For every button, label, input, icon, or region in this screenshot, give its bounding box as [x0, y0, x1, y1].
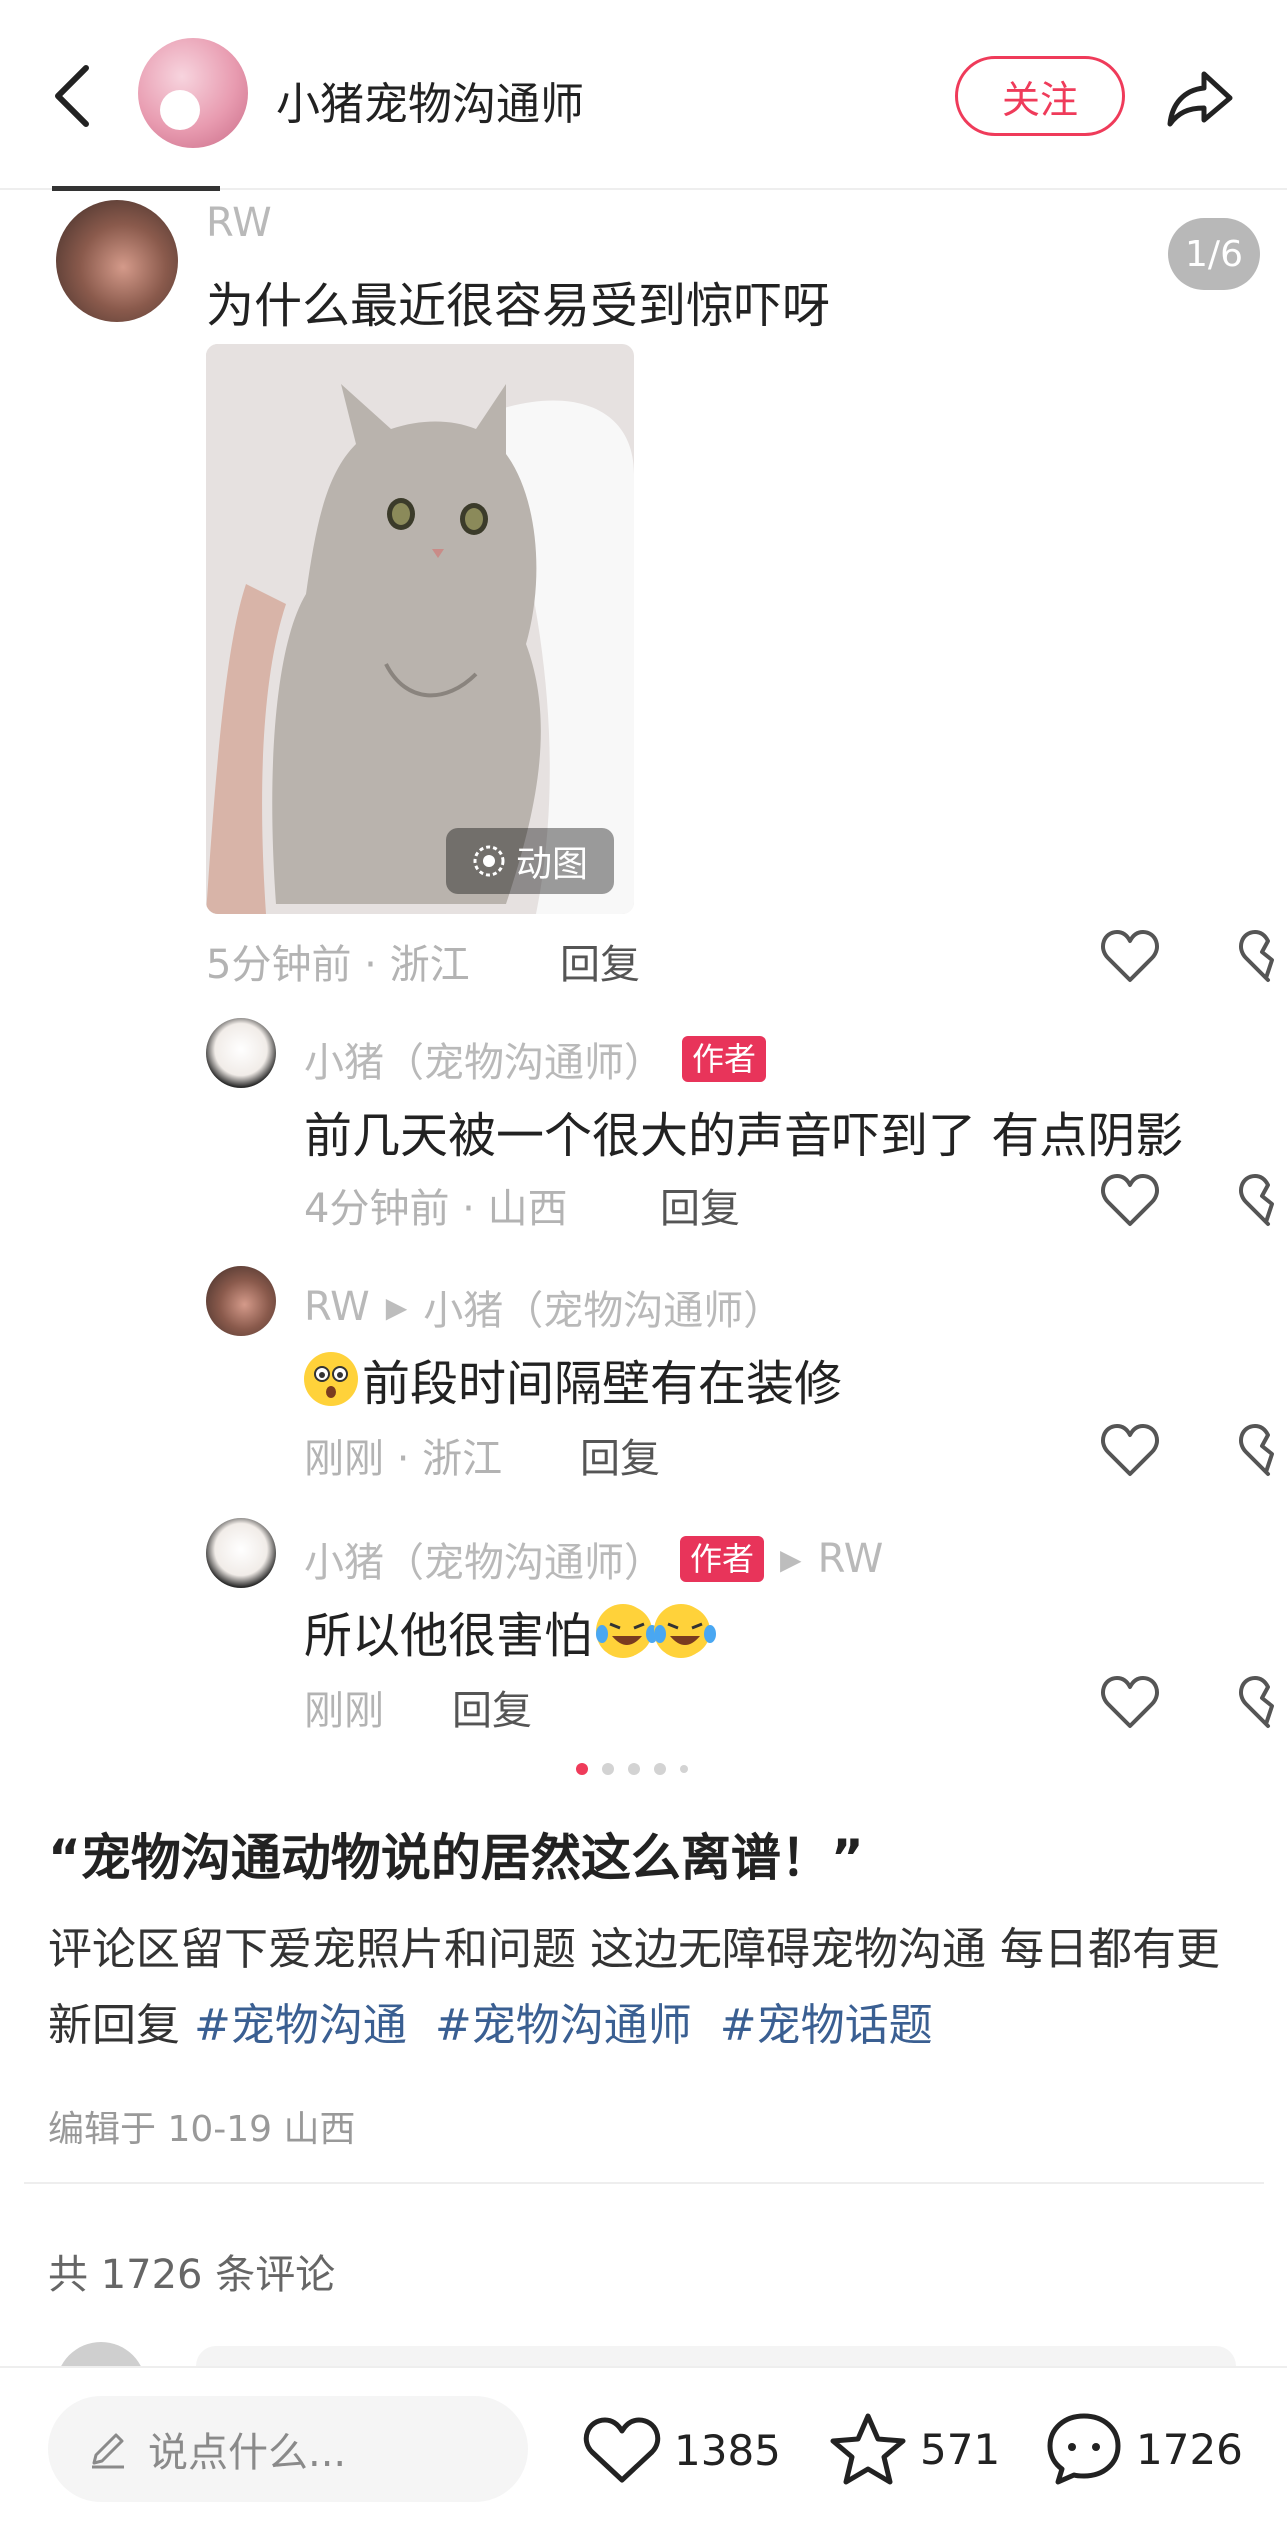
reply-to-arrow-icon: ▶: [385, 1290, 408, 1324]
reply-text: 前段时间隔壁有在装修: [362, 1356, 843, 1412]
comment-input[interactable]: 说点什么...: [48, 2396, 528, 2502]
reply-target-name: RW: [817, 1536, 884, 1582]
author-badge: 作者: [682, 1036, 767, 1082]
back-arrow-icon[interactable]: [44, 56, 104, 136]
note-body: 评论区留下爱宠照片和问题 这边无障碍宠物沟通 每日都有更新回复 #宠物沟通 #宠…: [48, 1912, 1238, 2064]
pencil-icon: [92, 2433, 124, 2469]
reply-author-name: 小猪（宠物沟通师）: [304, 1040, 664, 1086]
tab-indicator: [52, 186, 220, 191]
gif-label: 动图: [515, 844, 588, 885]
reply-button[interactable]: 回复: [660, 1176, 740, 1234]
laughing-tears-emoji-icon: [654, 1604, 717, 1658]
author-avatar[interactable]: [138, 38, 248, 148]
heart-icon[interactable]: [1100, 1422, 1160, 1478]
reply-avatar: [206, 1518, 276, 1588]
carousel-dot: [576, 1763, 588, 1775]
reply-to-arrow-icon: ▶: [780, 1542, 802, 1576]
reply-button[interactable]: 回复: [560, 932, 640, 990]
reply-header: 小猪（宠物沟通师） 作者 ▶ RW: [304, 1530, 883, 1588]
share-icon[interactable]: [1160, 58, 1240, 138]
comments-button[interactable]: 1726: [1044, 2410, 1243, 2488]
section-divider: [24, 2182, 1264, 2184]
comment-bubble-icon: [1047, 2413, 1121, 2485]
note-title: “宠物沟通动物说的居然这么离谱！”: [48, 1829, 864, 1887]
like-button[interactable]: 1385: [582, 2414, 781, 2486]
reply-author-name: 小猪（宠物沟通师）: [304, 1540, 664, 1586]
reply-header: 小猪（宠物沟通师） 作者: [304, 1030, 767, 1088]
favorite-count: 571: [920, 2424, 1001, 2474]
reply-author-name: RW: [304, 1284, 370, 1330]
reply-text: 前几天被一个很大的声音吓到了 有点阴影: [304, 1108, 1184, 1164]
comment-meta: 5分钟前 · 浙江: [206, 942, 470, 988]
heart-icon[interactable]: [1100, 928, 1160, 984]
favorite-button[interactable]: 571: [828, 2410, 1000, 2488]
comment-input-placeholder: 说点什么...: [148, 2430, 347, 2476]
dislike-icon[interactable]: [1238, 1172, 1287, 1228]
carousel-dot: [654, 1763, 666, 1775]
hashtag-link[interactable]: #宠物话题: [720, 2000, 933, 2051]
commenter-name: RW: [206, 200, 272, 246]
reply-avatar: [206, 1266, 276, 1336]
image-pager-badge: 1/6: [1168, 218, 1260, 290]
heart-icon[interactable]: [1100, 1172, 1160, 1228]
reply-button[interactable]: 回复: [452, 1678, 532, 1736]
reply-button[interactable]: 回复: [580, 1426, 660, 1484]
heart-icon[interactable]: [1100, 1674, 1160, 1730]
dislike-icon[interactable]: [1238, 1674, 1287, 1730]
shocked-emoji-icon: [304, 1352, 358, 1406]
comment-text: 为什么最近很容易受到惊吓呀: [206, 278, 831, 334]
laughing-tears-emoji-icon: [596, 1604, 659, 1658]
carousel-dot: [628, 1763, 640, 1775]
reply-body: 所以他很害怕: [304, 1596, 717, 1666]
author-name[interactable]: 小猪宠物沟通师: [276, 68, 584, 132]
comment-count: 共 1726 条评论: [48, 2252, 336, 2298]
reply-target-name: 小猪（宠物沟通师）: [423, 1288, 784, 1334]
gif-icon: [473, 845, 505, 877]
carousel-dot: [602, 1763, 614, 1775]
star-icon: [830, 2413, 906, 2485]
dislike-icon[interactable]: [1238, 928, 1287, 984]
heart-icon: [583, 2417, 661, 2483]
hashtag-link[interactable]: #宠物沟通: [194, 2000, 407, 2051]
reply-text: 所以他很害怕: [304, 1608, 593, 1664]
follow-button[interactable]: 关注: [955, 56, 1125, 136]
reply-meta: 刚刚: [304, 1688, 384, 1734]
reply-header: RW ▶ 小猪（宠物沟通师）: [304, 1278, 783, 1336]
commenter-avatar: [56, 200, 178, 322]
reply-meta: 刚刚 · 浙江: [304, 1436, 503, 1482]
reply-avatar: [206, 1018, 276, 1088]
carousel-dot: [680, 1765, 688, 1773]
edit-timestamp: 编辑于 10-19 山西: [48, 2109, 356, 2150]
reply-meta: 4分钟前 · 山西: [304, 1186, 568, 1232]
author-badge: 作者: [680, 1536, 765, 1582]
dislike-icon[interactable]: [1238, 1422, 1287, 1478]
comment-count-label: 1726: [1136, 2424, 1243, 2474]
gif-badge: 动图: [446, 828, 614, 894]
like-count: 1385: [674, 2425, 781, 2475]
carousel-indicator: [576, 1762, 688, 1776]
hashtag-link[interactable]: #宠物沟通师: [435, 2000, 692, 2051]
reply-body: 前段时间隔壁有在装修: [304, 1344, 842, 1414]
